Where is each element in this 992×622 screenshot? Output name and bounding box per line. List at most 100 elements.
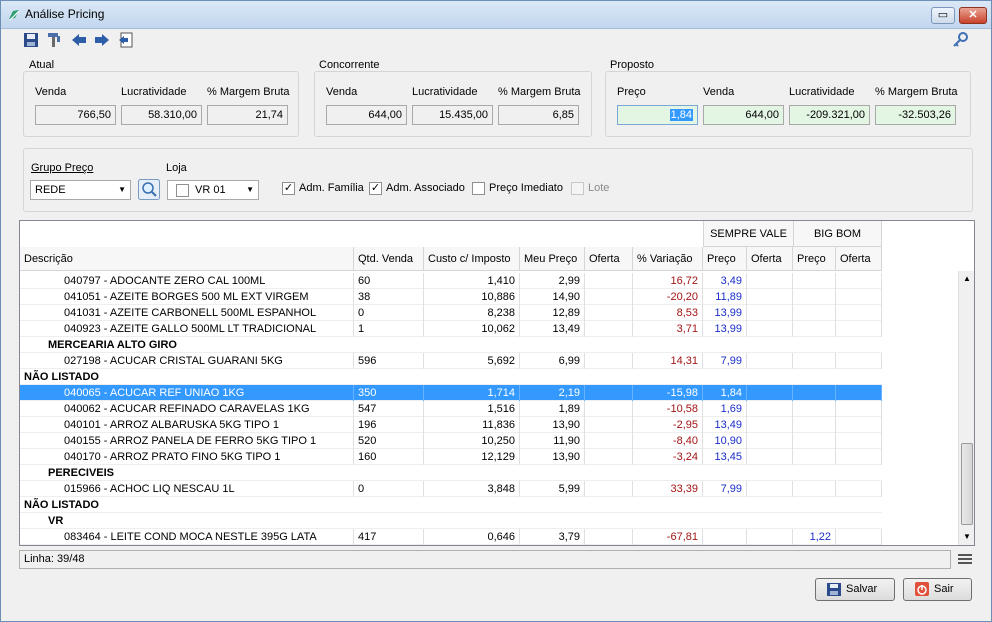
- cell-desc: 027198 - ACUCAR CRISTAL GUARANI 5KG: [20, 353, 354, 369]
- atual-venda-label: Venda: [35, 86, 67, 98]
- grid-body[interactable]: 040797 - ADOCANTE ZERO CAL 100ML 60 1,410 2…: [20, 271, 882, 545]
- scroll-down-icon[interactable]: ▼: [959, 529, 974, 545]
- search-icon[interactable]: [138, 179, 160, 200]
- cell-var: -67,81: [633, 529, 703, 545]
- table-row[interactable]: 040101 - ARROZ ALBARUSKA 5KG TIPO 1 196 11…: [20, 417, 882, 433]
- table-row[interactable]: 040065 - ACUCAR REF UNIAO 1KG 350 1,714 2,1…: [20, 385, 882, 401]
- tools-icon[interactable]: [45, 31, 63, 49]
- export-icon[interactable]: [117, 31, 135, 49]
- cell-sv-preco: 13,45: [703, 449, 747, 465]
- cell-desc: 041051 - AZEITE BORGES 500 ML EXT VIRGEM: [20, 289, 354, 305]
- group-row[interactable]: NÃO LISTADO: [20, 369, 882, 385]
- cell-bb-oferta: [836, 529, 882, 545]
- grupo-preco-label: Grupo Preço: [31, 162, 94, 174]
- col-custo[interactable]: Custo c/ Imposto: [424, 247, 520, 271]
- save-icon[interactable]: [22, 31, 40, 49]
- concorrente-lucr-label: Lucratividade: [412, 86, 478, 98]
- cell-bb-preco: [793, 417, 836, 433]
- group-row[interactable]: MERCEARIA ALTO GIRO: [20, 337, 882, 353]
- group-header-sempre-vale: SEMPRE VALE: [703, 221, 793, 247]
- table-row[interactable]: 083464 - LEITE COND MOCA NESTLE 395G LAT…: [20, 529, 882, 545]
- close-button[interactable]: ✕: [959, 7, 987, 24]
- proposto-preco-input[interactable]: 1,84: [617, 105, 698, 125]
- cell-desc: 041031 - AZEITE CARBONELL 500ML ESPANHOL: [20, 305, 354, 321]
- vertical-scrollbar[interactable]: ▲ ▼: [958, 271, 974, 545]
- cell-preco: 5,99: [520, 481, 585, 497]
- cell-bb-oferta: [836, 481, 882, 497]
- cell-sv-oferta: [747, 401, 793, 417]
- cell-custo: 8,238: [424, 305, 520, 321]
- group-header-big-bom: BIG BOM: [793, 221, 882, 247]
- cell-qtd: 596: [354, 353, 424, 369]
- cell-bb-oferta: [836, 449, 882, 465]
- cell-sv-oferta: [747, 289, 793, 305]
- scroll-up-icon[interactable]: ▲: [959, 271, 974, 287]
- table-row[interactable]: 040062 - ACUCAR REFINADO CARAVELAS 1KG 54…: [20, 401, 882, 417]
- adm-associado-checkbox[interactable]: ✓: [369, 182, 382, 195]
- cell-sv-oferta: [747, 273, 793, 289]
- cell-desc: 040155 - ARROZ PANELA DE FERRO 5KG TIPO …: [20, 433, 354, 449]
- cell-custo: 3,848: [424, 481, 520, 497]
- col-qtd-venda[interactable]: Qtd. Venda: [354, 247, 424, 271]
- arrow-right-icon[interactable]: [93, 31, 111, 49]
- cell-bb-oferta: [836, 273, 882, 289]
- group-row[interactable]: NÃO LISTADO: [20, 497, 882, 513]
- table-row[interactable]: 040155 - ARROZ PANELA DE FERRO 5KG TIPO …: [20, 433, 882, 449]
- table-row[interactable]: 027198 - ACUCAR CRISTAL GUARANI 5KG 596 5,…: [20, 353, 882, 369]
- table-row[interactable]: 040923 - AZEITE GALLO 500ML LT TRADICION…: [20, 321, 882, 337]
- cell-bb-oferta: [836, 289, 882, 305]
- loja-select[interactable]: VR 01 ▼: [167, 180, 259, 200]
- col-bb-oferta[interactable]: Oferta: [836, 247, 882, 271]
- cell-qtd: 0: [354, 305, 424, 321]
- adm-associado-label: Adm. Associado: [386, 182, 465, 194]
- key-icon[interactable]: [952, 31, 970, 49]
- cell-sv-oferta: [747, 433, 793, 449]
- atual-lucr-value: 58.310,00: [121, 105, 202, 125]
- table-row[interactable]: 041031 - AZEITE CARBONELL 500ML ESPANHOL…: [20, 305, 882, 321]
- grupo-preco-select[interactable]: REDE ▼: [30, 180, 131, 200]
- proposto-panel: [605, 71, 971, 137]
- cell-desc: 015966 - ACHOC LIQ NESCAU 1L: [20, 481, 354, 497]
- table-row[interactable]: 041051 - AZEITE BORGES 500 ML EXT VIRGEM…: [20, 289, 882, 305]
- cell-var: -3,24: [633, 449, 703, 465]
- col-meu-preco[interactable]: Meu Preço: [520, 247, 585, 271]
- cell-oferta: [585, 433, 633, 449]
- table-row[interactable]: 040170 - ARROZ PRATO FINO 5KG TIPO 1 160 1…: [20, 449, 882, 465]
- adm-familia-label: Adm. Família: [299, 182, 364, 194]
- arrow-left-icon[interactable]: [70, 31, 88, 49]
- atual-panel: [23, 71, 299, 137]
- menu-icon[interactable]: [958, 553, 972, 565]
- preco-imediato-checkbox[interactable]: [472, 182, 485, 195]
- cell-custo: 10,250: [424, 433, 520, 449]
- cell-preco: 13,49: [520, 321, 585, 337]
- scroll-thumb[interactable]: [961, 443, 973, 525]
- col-oferta[interactable]: Oferta: [585, 247, 633, 271]
- restore-button[interactable]: ▭: [931, 7, 955, 24]
- proposto-venda-label: Venda: [703, 86, 735, 98]
- table-row[interactable]: 015966 - ACHOC LIQ NESCAU 1L 0 3,848 5,99 33…: [20, 481, 882, 497]
- col-sv-preco[interactable]: Preço: [703, 247, 747, 271]
- sair-button[interactable]: Sair: [903, 578, 972, 601]
- cell-oferta: [585, 305, 633, 321]
- cell-sv-preco: 7,99: [703, 481, 747, 497]
- cell-bb-preco: [793, 321, 836, 337]
- salvar-button[interactable]: Salvar: [815, 578, 895, 601]
- group-row[interactable]: VR: [20, 513, 882, 529]
- col-variacao[interactable]: % Variação: [633, 247, 703, 271]
- table-row[interactable]: 040797 - ADOCANTE ZERO CAL 100ML 60 1,410 2…: [20, 273, 882, 289]
- pricing-grid[interactable]: SEMPRE VALE BIG BOM Descrição Qtd. Venda…: [19, 220, 975, 546]
- adm-familia-checkbox[interactable]: ✓: [282, 182, 295, 195]
- cell-oferta: [585, 353, 633, 369]
- cell-sv-preco: 1,84: [703, 385, 747, 401]
- col-sv-oferta[interactable]: Oferta: [747, 247, 793, 271]
- cell-custo: 1,516: [424, 401, 520, 417]
- col-bb-preco[interactable]: Preço: [793, 247, 836, 271]
- lote-checkbox: [571, 182, 584, 195]
- group-row[interactable]: PERECIVEIS: [20, 465, 882, 481]
- loja-checkbox[interactable]: [176, 184, 189, 197]
- col-descricao[interactable]: Descrição: [20, 247, 354, 271]
- loja-value: VR 01: [195, 184, 226, 196]
- proposto-lucr-label: Lucratividade: [789, 86, 855, 98]
- chevron-down-icon: ▼: [246, 185, 254, 194]
- cell-bb-preco: [793, 433, 836, 449]
